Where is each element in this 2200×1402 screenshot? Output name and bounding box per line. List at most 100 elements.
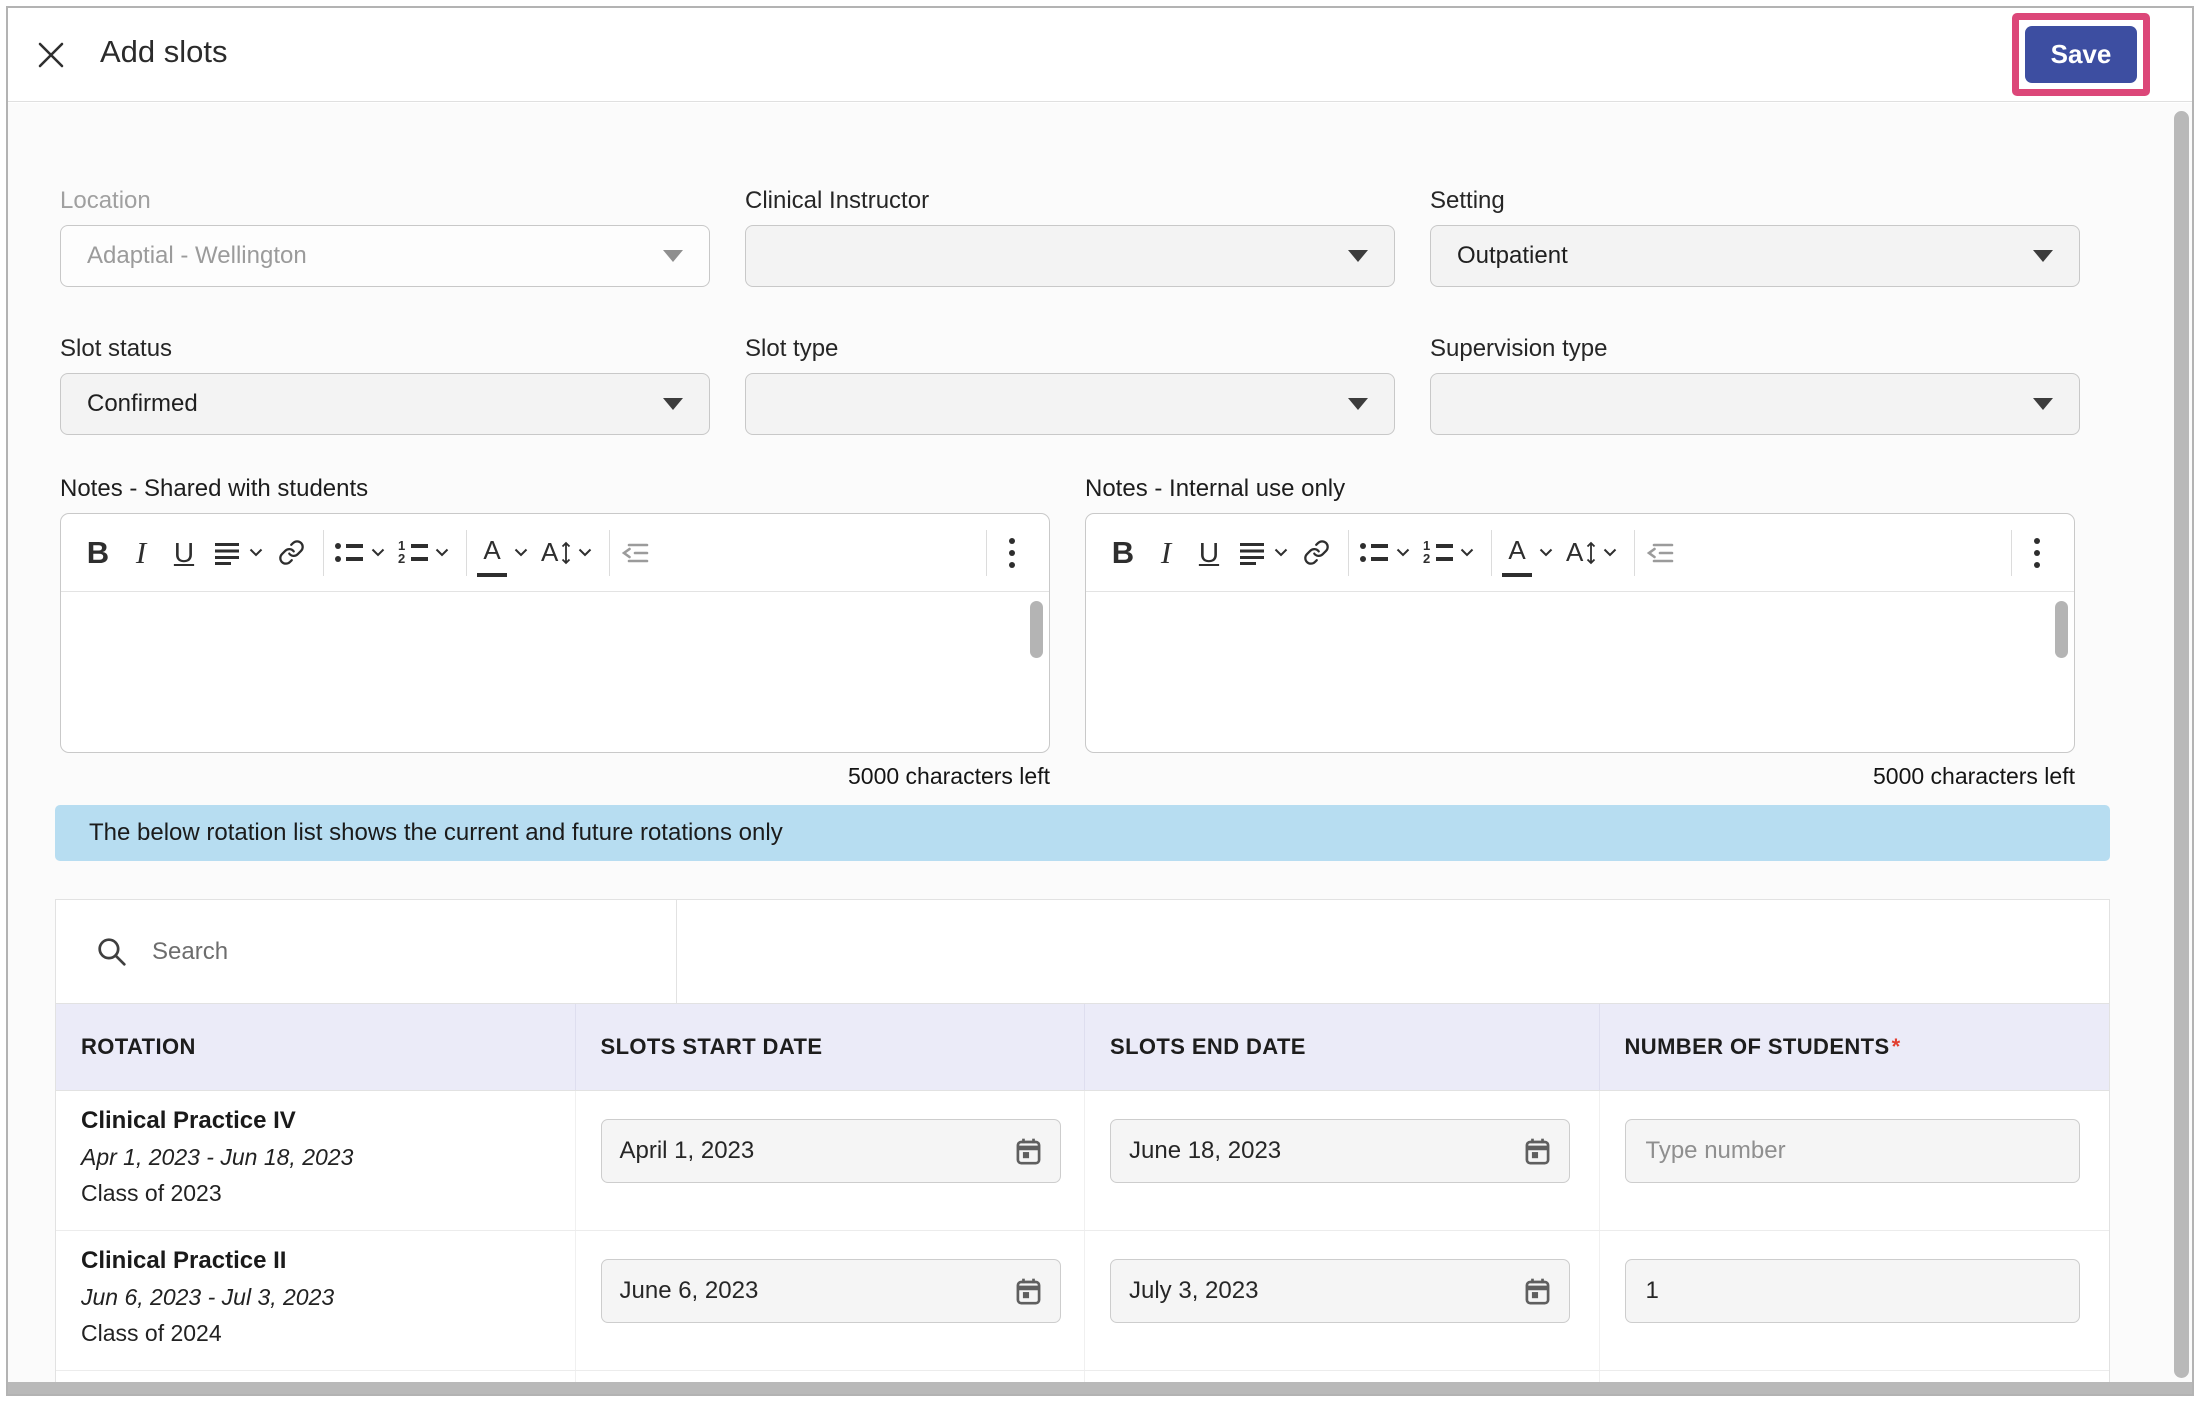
- align-chevron-icon[interactable]: [1274, 548, 1288, 557]
- italic-icon[interactable]: I: [126, 529, 156, 577]
- numbered-list-chevron-icon[interactable]: [1460, 548, 1474, 557]
- save-button[interactable]: Save: [2025, 26, 2137, 83]
- start-date-cell: April 1, 2023: [576, 1091, 1086, 1230]
- decrease-indent-icon[interactable]: [620, 529, 650, 577]
- font-color-icon[interactable]: A: [1502, 529, 1532, 577]
- numbered-list-chevron-icon[interactable]: [435, 548, 449, 557]
- align-chevron-icon[interactable]: [249, 548, 263, 557]
- info-banner: The below rotation list shows the curren…: [55, 805, 2110, 861]
- bulleted-list-chevron-icon[interactable]: [371, 548, 385, 557]
- students-number-input[interactable]: [1625, 1259, 2080, 1323]
- underline-icon[interactable]: U: [169, 529, 199, 577]
- slot-status-select[interactable]: Confirmed: [60, 373, 710, 435]
- toolbar-divider: [1491, 530, 1492, 576]
- save-button-highlight: Save: [2012, 13, 2150, 96]
- location-value: Adaptial - Wellington: [87, 242, 307, 270]
- more-options-icon[interactable]: [2022, 529, 2052, 577]
- dropdown-arrow-icon: [1348, 250, 1368, 262]
- column-header-end-date: SLOTS END DATE: [1085, 1004, 1600, 1090]
- font-size-chevron-icon[interactable]: [578, 548, 592, 557]
- modal-body: Location Clinical Instructor Setting Ada…: [8, 103, 2192, 1394]
- setting-value: Outpatient: [1457, 242, 1568, 270]
- dropdown-arrow-icon: [2033, 398, 2053, 410]
- link-icon[interactable]: [276, 529, 306, 577]
- table-header-row: ROTATION SLOTS START DATE SLOTS END DATE…: [56, 1004, 2109, 1091]
- supervision-type-label: Supervision type: [1430, 335, 1607, 363]
- bulleted-list-icon[interactable]: [1359, 529, 1389, 577]
- horizontal-scrollbar[interactable]: [8, 1382, 2192, 1394]
- notes-shared-label: Notes - Shared with students: [60, 475, 368, 503]
- rotation-name: Clinical Practice II: [81, 1247, 575, 1275]
- slot-type-select[interactable]: [745, 373, 1395, 435]
- divider: [676, 900, 677, 1003]
- column-header-students: NUMBER OF STUDENTS*: [1600, 1004, 2110, 1090]
- notes-internal-counter: 5000 characters left: [1085, 763, 2075, 790]
- more-options-icon[interactable]: [997, 529, 1027, 577]
- setting-select[interactable]: Outpatient: [1430, 225, 2080, 287]
- clinical-instructor-label: Clinical Instructor: [745, 187, 929, 215]
- setting-label: Setting: [1430, 187, 1505, 215]
- column-header-rotation: ROTATION: [56, 1004, 576, 1090]
- dropdown-arrow-icon: [663, 398, 683, 410]
- end-date-picker[interactable]: July 3, 2023: [1110, 1259, 1570, 1323]
- rich-text-toolbar: B I U 12 A: [1086, 514, 2074, 592]
- dropdown-arrow-icon: [2033, 250, 2053, 262]
- notes-internal-editor: B I U 12 A: [1085, 513, 2075, 753]
- clinical-instructor-select[interactable]: [745, 225, 1395, 287]
- slot-type-label: Slot type: [745, 335, 838, 363]
- location-label: Location: [60, 187, 151, 215]
- notes-shared-counter: 5000 characters left: [60, 763, 1050, 790]
- numbered-list-icon[interactable]: 12: [398, 529, 428, 577]
- bulleted-list-icon[interactable]: [334, 529, 364, 577]
- editor-scrollbar[interactable]: [2055, 601, 2068, 658]
- decrease-indent-icon[interactable]: [1645, 529, 1675, 577]
- toolbar-divider: [466, 530, 467, 576]
- end-date-picker[interactable]: June 18, 2023: [1110, 1119, 1570, 1183]
- page-title: Add slots: [100, 34, 228, 70]
- numbered-list-icon[interactable]: 12: [1423, 529, 1453, 577]
- calendar-icon: [1524, 1137, 1551, 1166]
- font-color-chevron-icon[interactable]: [514, 548, 528, 557]
- start-date-picker[interactable]: June 6, 2023: [601, 1259, 1061, 1323]
- notes-internal-textarea[interactable]: [1086, 592, 2074, 752]
- toolbar-divider: [986, 530, 987, 576]
- bold-icon[interactable]: B: [83, 529, 113, 577]
- add-slots-modal: Add slots Save Location Clinical Instruc…: [6, 6, 2194, 1396]
- search-input[interactable]: [152, 926, 632, 978]
- dropdown-arrow-icon: [1348, 398, 1368, 410]
- end-date-cell: July 3, 2023: [1085, 1231, 1600, 1370]
- font-color-icon[interactable]: A: [477, 529, 507, 577]
- rotation-class: Class of 2024: [81, 1320, 575, 1347]
- italic-icon[interactable]: I: [1151, 529, 1181, 577]
- calendar-icon: [1015, 1277, 1042, 1306]
- students-number-input[interactable]: [1625, 1119, 2080, 1183]
- required-asterisk: *: [1892, 1034, 1901, 1060]
- bulleted-list-chevron-icon[interactable]: [1396, 548, 1410, 557]
- font-color-chevron-icon[interactable]: [1539, 548, 1553, 557]
- start-date-picker[interactable]: April 1, 2023: [601, 1119, 1061, 1183]
- table-search-row: [56, 900, 2109, 1004]
- toolbar-divider: [609, 530, 610, 576]
- align-justify-icon[interactable]: [1237, 529, 1267, 577]
- font-size-chevron-icon[interactable]: [1603, 548, 1617, 557]
- editor-scrollbar[interactable]: [1030, 601, 1043, 658]
- students-cell: [1600, 1091, 2110, 1230]
- location-select: Adaptial - Wellington: [60, 225, 710, 287]
- rotation-cell: Clinical Practice IV Apr 1, 2023 - Jun 1…: [56, 1091, 576, 1230]
- rich-text-toolbar: B I U 12 A: [61, 514, 1049, 592]
- column-header-start-date: SLOTS START DATE: [576, 1004, 1086, 1090]
- link-icon[interactable]: [1301, 529, 1331, 577]
- rotation-date-range: Jun 6, 2023 - Jul 3, 2023: [81, 1284, 575, 1311]
- font-size-icon[interactable]: A: [541, 529, 571, 577]
- vertical-scrollbar[interactable]: [2174, 111, 2189, 1378]
- supervision-type-select[interactable]: [1430, 373, 2080, 435]
- notes-shared-textarea[interactable]: [61, 592, 1049, 752]
- bold-icon[interactable]: B: [1108, 529, 1138, 577]
- notes-internal-label: Notes - Internal use only: [1085, 475, 1345, 503]
- underline-icon[interactable]: U: [1194, 529, 1224, 577]
- slot-status-value: Confirmed: [87, 390, 198, 418]
- end-date-cell: June 18, 2023: [1085, 1091, 1600, 1230]
- font-size-icon[interactable]: A: [1566, 529, 1596, 577]
- close-button[interactable]: [32, 36, 70, 74]
- align-justify-icon[interactable]: [212, 529, 242, 577]
